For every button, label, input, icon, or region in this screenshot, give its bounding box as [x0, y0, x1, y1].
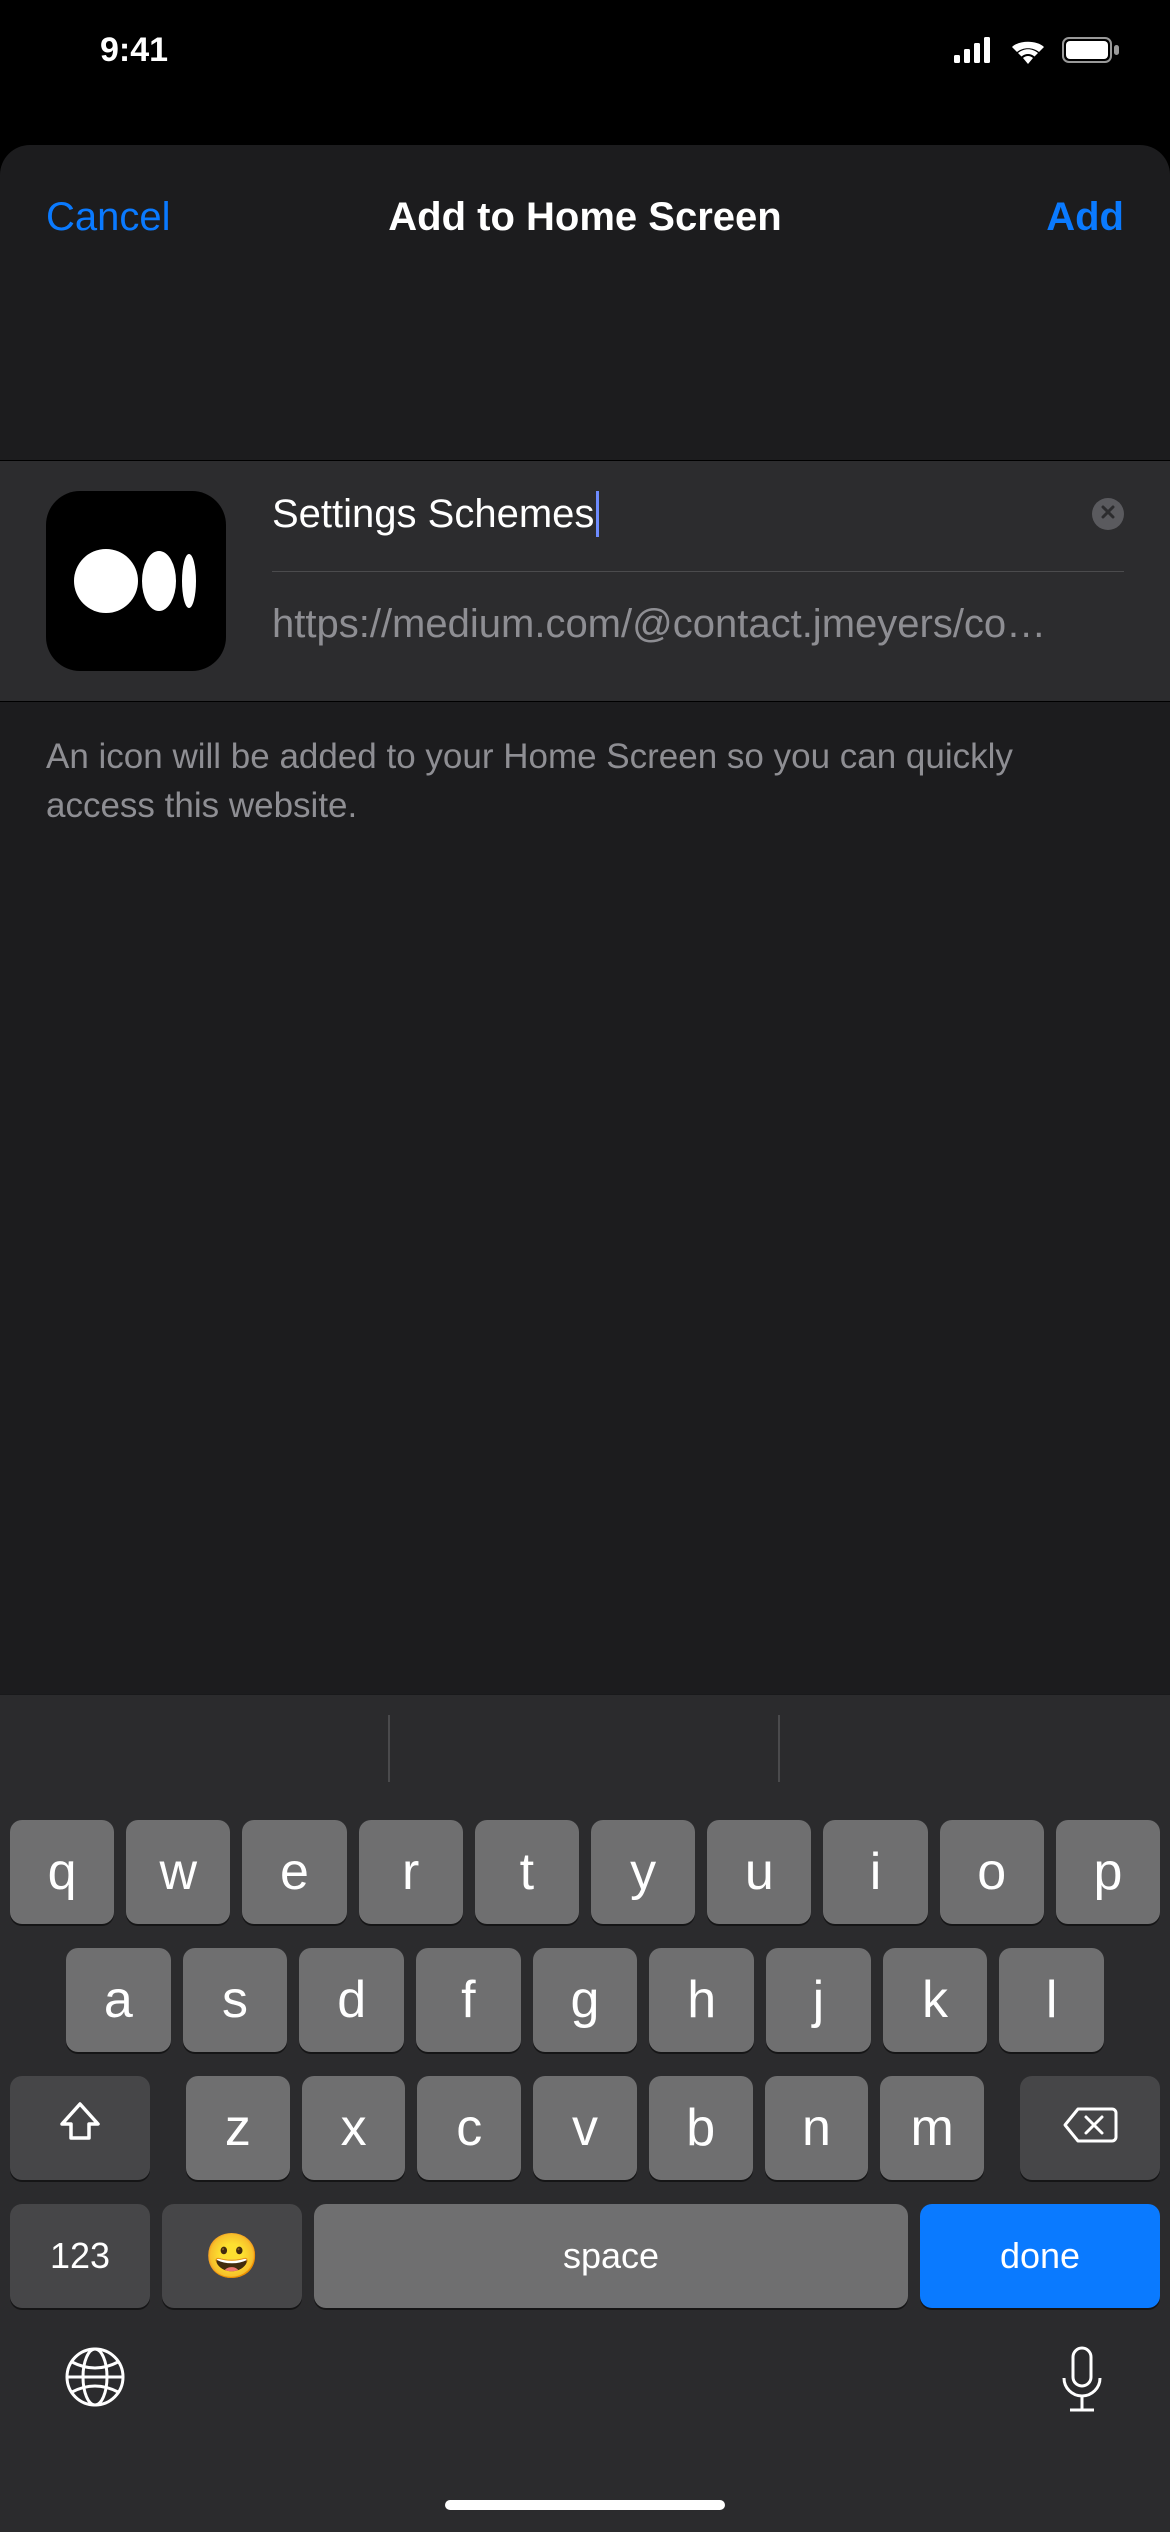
key-s[interactable]: s: [183, 1948, 288, 2052]
key-t[interactable]: t: [475, 1820, 579, 1924]
suggestion-slot[interactable]: [780, 1695, 1170, 1802]
microphone-icon: [1054, 2342, 1110, 2422]
done-key[interactable]: done: [920, 2204, 1160, 2308]
key-j[interactable]: j: [766, 1948, 871, 2052]
status-bar: 9:41: [0, 0, 1170, 100]
suggestion-slot[interactable]: [0, 1695, 390, 1802]
clear-button[interactable]: [1092, 498, 1124, 530]
suggestion-slot[interactable]: [390, 1695, 780, 1802]
page-title: Add to Home Screen: [216, 195, 954, 240]
home-indicator[interactable]: [445, 2500, 725, 2510]
key-p[interactable]: p: [1056, 1820, 1160, 1924]
wifi-icon: [1008, 36, 1048, 64]
title-input[interactable]: Settings Schemes: [272, 491, 1072, 537]
key-q[interactable]: q: [10, 1820, 114, 1924]
sheet: Cancel Add to Home Screen Add Settings S…: [0, 145, 1170, 2532]
key-x[interactable]: x: [302, 2076, 406, 2180]
dictation-key[interactable]: [1054, 2342, 1110, 2427]
key-k[interactable]: k: [883, 1948, 988, 2052]
add-button[interactable]: Add: [1046, 195, 1124, 239]
key-n[interactable]: n: [765, 2076, 869, 2180]
globe-icon: [60, 2342, 130, 2412]
emoji-key[interactable]: 😀: [162, 2204, 302, 2308]
suggestion-bar: [0, 1694, 1170, 1802]
emoji-icon: 😀: [205, 2230, 260, 2282]
key-g[interactable]: g: [533, 1948, 638, 2052]
bookmark-card: Settings Schemes https://medium.com/@con…: [0, 460, 1170, 702]
title-input-value: Settings Schemes: [272, 492, 594, 537]
key-l[interactable]: l: [999, 1948, 1104, 2052]
key-f[interactable]: f: [416, 1948, 521, 2052]
key-a[interactable]: a: [66, 1948, 171, 2052]
cellular-icon: [954, 37, 994, 63]
space-key[interactable]: space: [314, 2204, 908, 2308]
key-z[interactable]: z: [186, 2076, 290, 2180]
key-r[interactable]: r: [359, 1820, 463, 1924]
backspace-key[interactable]: [1020, 2076, 1160, 2180]
key-c[interactable]: c: [417, 2076, 521, 2180]
key-y[interactable]: y: [591, 1820, 695, 1924]
status-time: 9:41: [100, 31, 168, 70]
battery-icon: [1062, 37, 1120, 63]
shift-key[interactable]: [10, 2076, 150, 2180]
site-icon: [46, 491, 226, 671]
key-w[interactable]: w: [126, 1820, 230, 1924]
cancel-button[interactable]: Cancel: [46, 195, 171, 239]
url-text: https://medium.com/@contact.jmeyers/co…: [272, 572, 1124, 647]
text-cursor: [596, 491, 599, 537]
key-h[interactable]: h: [649, 1948, 754, 2052]
numbers-key[interactable]: 123: [10, 2204, 150, 2308]
key-u[interactable]: u: [707, 1820, 811, 1924]
status-right: [954, 36, 1120, 64]
description-text: An icon will be added to your Home Scree…: [0, 702, 1170, 860]
key-e[interactable]: e: [242, 1820, 346, 1924]
key-b[interactable]: b: [649, 2076, 753, 2180]
shift-icon: [56, 2098, 104, 2159]
key-o[interactable]: o: [940, 1820, 1044, 1924]
keyboard: qwertyuiop asdfghjkl zxcvbnm 123: [0, 1694, 1170, 2532]
backspace-icon: [1062, 2098, 1118, 2158]
globe-key[interactable]: [60, 2342, 130, 2417]
key-i[interactable]: i: [823, 1820, 927, 1924]
key-v[interactable]: v: [533, 2076, 637, 2180]
key-m[interactable]: m: [880, 2076, 984, 2180]
nav-bar: Cancel Add to Home Screen Add: [0, 145, 1170, 290]
key-d[interactable]: d: [299, 1948, 404, 2052]
close-icon: [1100, 504, 1116, 525]
